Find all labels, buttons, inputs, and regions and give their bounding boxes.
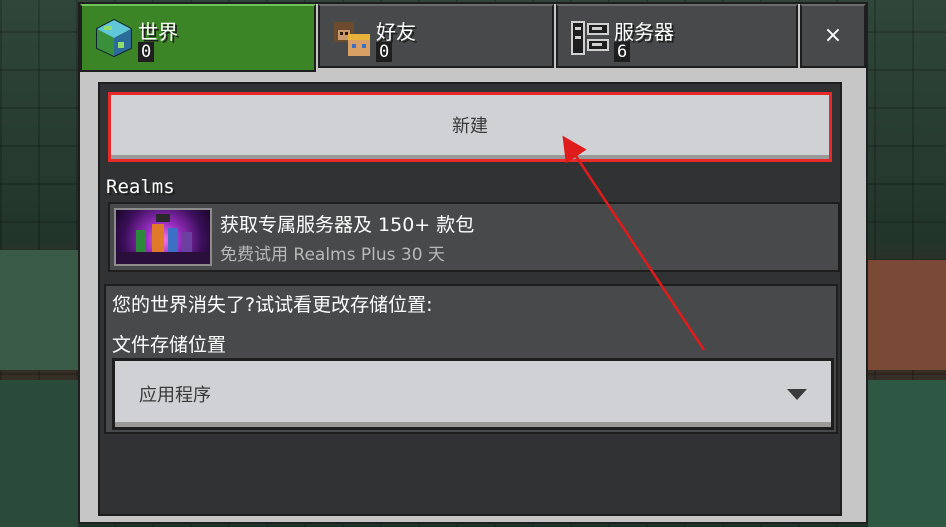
realms-heading: Realms (106, 176, 175, 198)
world-globe-icon (94, 18, 134, 58)
create-new-label: 新建 (452, 116, 488, 137)
realms-offer-title: 获取专属服务器及 150+ 款包 (220, 214, 475, 236)
chevron-down-icon (787, 389, 807, 400)
worlds-panel: 新建 Realms 获取专属服务器及 150+ 款包 免费试用 Realms P… (98, 82, 842, 516)
tab-servers-count: 6 (614, 42, 631, 62)
create-new-button[interactable]: 新建 (108, 92, 832, 162)
realms-offer-subtitle: 免费试用 Realms Plus 30 天 (220, 245, 445, 265)
realms-thumbnail (114, 208, 212, 266)
tab-worlds-label: 世界 (138, 20, 178, 44)
storage-location-label: 文件存储位置 (112, 334, 227, 356)
friends-avatars-icon (332, 18, 372, 58)
background-block (0, 250, 78, 370)
tab-friends-count: 0 (376, 42, 393, 62)
background-block (0, 380, 78, 527)
tab-servers-label: 服务器 (614, 20, 674, 44)
close-button[interactable]: × (800, 4, 866, 68)
close-icon: × (823, 23, 843, 48)
tab-friends-label: 好友 (376, 20, 416, 44)
storage-hint-text: 您的世界消失了?试试看更改存储位置: (112, 294, 433, 316)
storage-location-value: 应用程序 (139, 385, 211, 406)
tab-worlds[interactable]: 世界 0 (80, 4, 316, 72)
storage-location-section: 您的世界消失了?试试看更改存储位置: 文件存储位置 应用程序 (104, 284, 838, 434)
tab-friends[interactable]: 好友 0 (318, 4, 554, 68)
tab-bar: 世界 0 好友 0 服务器 6 × (80, 4, 866, 72)
background-block (868, 260, 946, 370)
server-icon (570, 18, 610, 58)
tab-worlds-count: 0 (138, 42, 155, 62)
tab-servers[interactable]: 服务器 6 (556, 4, 798, 68)
background-block (868, 380, 946, 527)
play-screen-window: 世界 0 好友 0 服务器 6 × 新建 Realms 获取专属服务器及 150… (78, 2, 868, 524)
storage-location-dropdown[interactable]: 应用程序 (112, 358, 834, 430)
realms-plus-offer[interactable]: 获取专属服务器及 150+ 款包 免费试用 Realms Plus 30 天 (108, 202, 840, 272)
